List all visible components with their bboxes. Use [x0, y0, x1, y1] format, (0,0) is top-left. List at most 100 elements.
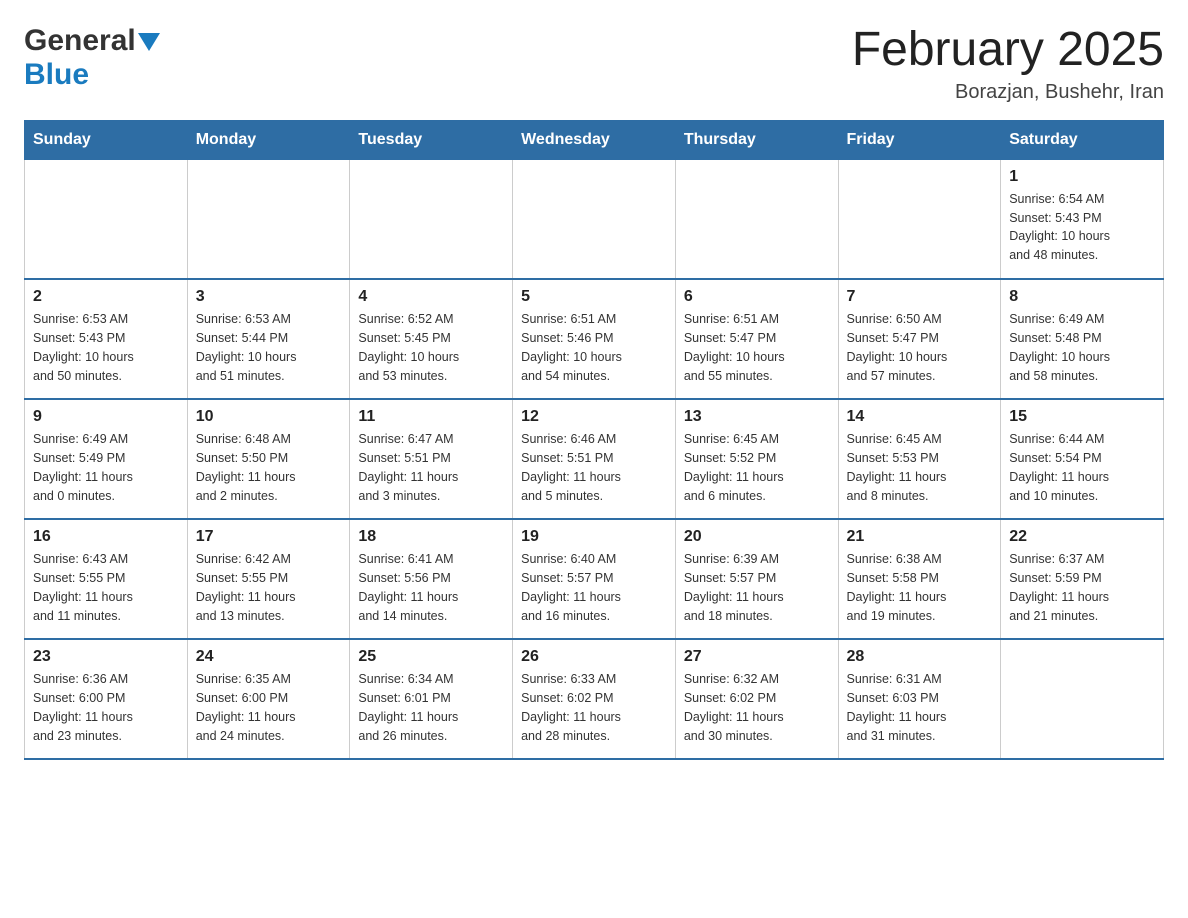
day-info: Sunrise: 6:41 AM Sunset: 5:56 PM Dayligh… — [358, 550, 504, 625]
day-number: 10 — [196, 408, 342, 426]
calendar-title: February 2025 — [852, 24, 1164, 77]
day-info: Sunrise: 6:46 AM Sunset: 5:51 PM Dayligh… — [521, 430, 667, 505]
calendar-cell — [350, 159, 513, 279]
calendar-cell: 5 Sunrise: 6:51 AM Sunset: 5:46 PM Daylig… — [513, 279, 676, 399]
day-info: Sunrise: 6:45 AM Sunset: 5:52 PM Dayligh… — [684, 430, 830, 505]
calendar-cell: 14 Sunrise: 6:45 AM Sunset: 5:53 PM Dayli… — [838, 399, 1001, 519]
calendar-cell: 28Sunrise: 6:31 AM Sunset: 6:03 PM Dayli… — [838, 639, 1001, 759]
day-info: Sunrise: 6:52 AM Sunset: 5:45 PM Dayligh… — [358, 310, 504, 385]
calendar-cell: 18 Sunrise: 6:41 AM Sunset: 5:56 PM Dayli… — [350, 519, 513, 639]
calendar-week-row: 23 Sunrise: 6:36 AM Sunset: 6:00 PM Dayli… — [25, 639, 1164, 759]
day-number: 16 — [33, 528, 179, 546]
calendar-cell: 15Sunrise: 6:44 AM Sunset: 5:54 PM Dayli… — [1001, 399, 1164, 519]
day-info: Sunrise: 6:42 AM Sunset: 5:55 PM Dayligh… — [196, 550, 342, 625]
day-number: 25 — [358, 648, 504, 666]
calendar-cell — [838, 159, 1001, 279]
day-info: Sunrise: 6:43 AM Sunset: 5:55 PM Dayligh… — [33, 550, 179, 625]
day-number: 24 — [196, 648, 342, 666]
calendar-cell: 7Sunrise: 6:50 AM Sunset: 5:47 PM Daylig… — [838, 279, 1001, 399]
day-info: Sunrise: 6:53 AM Sunset: 5:44 PM Dayligh… — [196, 310, 342, 385]
calendar-cell: 11 Sunrise: 6:47 AM Sunset: 5:51 PM Dayli… — [350, 399, 513, 519]
day-info: Sunrise: 6:33 AM Sunset: 6:02 PM Dayligh… — [521, 670, 667, 745]
calendar-cell: 2Sunrise: 6:53 AM Sunset: 5:43 PM Daylig… — [25, 279, 188, 399]
day-info: Sunrise: 6:51 AM Sunset: 5:46 PM Dayligh… — [521, 310, 667, 385]
day-info: Sunrise: 6:32 AM Sunset: 6:02 PM Dayligh… — [684, 670, 830, 745]
day-number: 17 — [196, 528, 342, 546]
calendar-cell: 12 Sunrise: 6:46 AM Sunset: 5:51 PM Dayli… — [513, 399, 676, 519]
day-info: Sunrise: 6:47 AM Sunset: 5:51 PM Dayligh… — [358, 430, 504, 505]
day-info: Sunrise: 6:40 AM Sunset: 5:57 PM Dayligh… — [521, 550, 667, 625]
calendar-cell: 22 Sunrise: 6:37 AM Sunset: 5:59 PM Dayli… — [1001, 519, 1164, 639]
calendar-week-row: 16 Sunrise: 6:43 AM Sunset: 5:55 PM Dayli… — [25, 519, 1164, 639]
calendar-week-row: 2Sunrise: 6:53 AM Sunset: 5:43 PM Daylig… — [25, 279, 1164, 399]
logo-general-text: General — [24, 24, 136, 58]
calendar-table: SundayMondayTuesdayWednesdayThursdayFrid… — [24, 120, 1164, 761]
day-number: 6 — [684, 288, 830, 306]
calendar-cell: 25 Sunrise: 6:34 AM Sunset: 6:01 PM Dayli… — [350, 639, 513, 759]
day-header-sunday: Sunday — [25, 120, 188, 159]
calendar-cell: 20 Sunrise: 6:39 AM Sunset: 5:57 PM Dayli… — [675, 519, 838, 639]
day-number: 15 — [1009, 408, 1155, 426]
day-number: 14 — [847, 408, 993, 426]
day-info: Sunrise: 6:35 AM Sunset: 6:00 PM Dayligh… — [196, 670, 342, 745]
calendar-cell: 8 Sunrise: 6:49 AM Sunset: 5:48 PM Daylig… — [1001, 279, 1164, 399]
day-info: Sunrise: 6:49 AM Sunset: 5:48 PM Dayligh… — [1009, 310, 1155, 385]
calendar-header-row: SundayMondayTuesdayWednesdayThursdayFrid… — [25, 120, 1164, 159]
calendar-cell: 17 Sunrise: 6:42 AM Sunset: 5:55 PM Dayli… — [187, 519, 350, 639]
calendar-cell: 1Sunrise: 6:54 AM Sunset: 5:43 PM Daylig… — [1001, 159, 1164, 279]
day-info: Sunrise: 6:48 AM Sunset: 5:50 PM Dayligh… — [196, 430, 342, 505]
day-header-monday: Monday — [187, 120, 350, 159]
day-number: 26 — [521, 648, 667, 666]
calendar-cell: 27Sunrise: 6:32 AM Sunset: 6:02 PM Dayli… — [675, 639, 838, 759]
calendar-cell — [187, 159, 350, 279]
day-number: 5 — [521, 288, 667, 306]
day-number: 3 — [196, 288, 342, 306]
day-number: 7 — [847, 288, 993, 306]
calendar-cell — [675, 159, 838, 279]
day-number: 12 — [521, 408, 667, 426]
calendar-cell: 10 Sunrise: 6:48 AM Sunset: 5:50 PM Dayli… — [187, 399, 350, 519]
day-number: 1 — [1009, 168, 1155, 186]
calendar-cell: 3 Sunrise: 6:53 AM Sunset: 5:44 PM Daylig… — [187, 279, 350, 399]
day-info: Sunrise: 6:37 AM Sunset: 5:59 PM Dayligh… — [1009, 550, 1155, 625]
calendar-cell: 16 Sunrise: 6:43 AM Sunset: 5:55 PM Dayli… — [25, 519, 188, 639]
day-header-saturday: Saturday — [1001, 120, 1164, 159]
day-info: Sunrise: 6:45 AM Sunset: 5:53 PM Dayligh… — [847, 430, 993, 505]
calendar-cell: 26 Sunrise: 6:33 AM Sunset: 6:02 PM Dayli… — [513, 639, 676, 759]
day-number: 13 — [684, 408, 830, 426]
calendar-cell — [513, 159, 676, 279]
logo: General Blue — [24, 24, 160, 92]
day-number: 23 — [33, 648, 179, 666]
day-info: Sunrise: 6:34 AM Sunset: 6:01 PM Dayligh… — [358, 670, 504, 745]
day-info: Sunrise: 6:31 AM Sunset: 6:03 PM Dayligh… — [847, 670, 993, 745]
day-number: 21 — [847, 528, 993, 546]
day-number: 8 — [1009, 288, 1155, 306]
calendar-cell — [25, 159, 188, 279]
calendar-week-row: 9 Sunrise: 6:49 AM Sunset: 5:49 PM Daylig… — [25, 399, 1164, 519]
calendar-cell: 13 Sunrise: 6:45 AM Sunset: 5:52 PM Dayli… — [675, 399, 838, 519]
day-header-thursday: Thursday — [675, 120, 838, 159]
calendar-cell: 9 Sunrise: 6:49 AM Sunset: 5:49 PM Daylig… — [25, 399, 188, 519]
day-number: 11 — [358, 408, 504, 426]
calendar-cell: 6 Sunrise: 6:51 AM Sunset: 5:47 PM Daylig… — [675, 279, 838, 399]
day-info: Sunrise: 6:53 AM Sunset: 5:43 PM Dayligh… — [33, 310, 179, 385]
day-info: Sunrise: 6:39 AM Sunset: 5:57 PM Dayligh… — [684, 550, 830, 625]
day-info: Sunrise: 6:36 AM Sunset: 6:00 PM Dayligh… — [33, 670, 179, 745]
logo-blue-text: Blue — [24, 58, 89, 91]
calendar-cell: 21 Sunrise: 6:38 AM Sunset: 5:58 PM Dayli… — [838, 519, 1001, 639]
day-number: 9 — [33, 408, 179, 426]
logo-triangle-icon — [138, 33, 160, 51]
day-info: Sunrise: 6:51 AM Sunset: 5:47 PM Dayligh… — [684, 310, 830, 385]
calendar-subtitle: Borazjan, Bushehr, Iran — [852, 81, 1164, 104]
day-number: 20 — [684, 528, 830, 546]
calendar-cell: 19Sunrise: 6:40 AM Sunset: 5:57 PM Dayli… — [513, 519, 676, 639]
day-info: Sunrise: 6:38 AM Sunset: 5:58 PM Dayligh… — [847, 550, 993, 625]
day-number: 22 — [1009, 528, 1155, 546]
calendar-cell: 23 Sunrise: 6:36 AM Sunset: 6:00 PM Dayli… — [25, 639, 188, 759]
day-number: 18 — [358, 528, 504, 546]
calendar-cell: 24 Sunrise: 6:35 AM Sunset: 6:00 PM Dayli… — [187, 639, 350, 759]
day-info: Sunrise: 6:49 AM Sunset: 5:49 PM Dayligh… — [33, 430, 179, 505]
calendar-cell: 4 Sunrise: 6:52 AM Sunset: 5:45 PM Daylig… — [350, 279, 513, 399]
day-number: 4 — [358, 288, 504, 306]
day-header-friday: Friday — [838, 120, 1001, 159]
